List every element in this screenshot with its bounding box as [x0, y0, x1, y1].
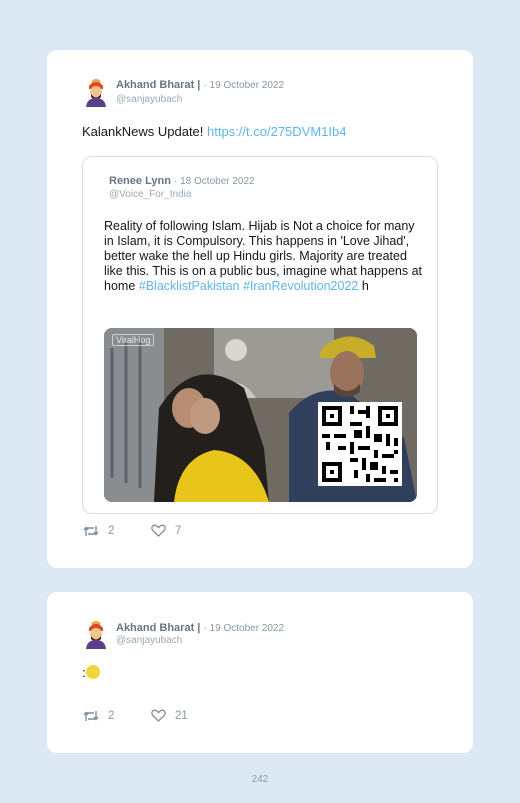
hashtag-link[interactable]: #IranRevolution2022 — [243, 279, 358, 293]
quoted-tweet[interactable]: Renee Lynn · 18 October 2022 @Voice_For_… — [82, 156, 438, 514]
retweet-button[interactable]: 2 — [83, 709, 114, 723]
retweet-count: 2 — [108, 710, 115, 722]
retweet-button[interactable]: 2 — [83, 524, 114, 538]
tweet-card: Akhand Bharat | · 19 October 2022 @sanja… — [47, 50, 473, 568]
watermark: ViralHog — [112, 334, 155, 346]
author-handle[interactable]: @sanjayubach — [116, 94, 182, 105]
quoted-text: Reality of following Islam. Hijab is Not… — [104, 219, 422, 294]
avatar[interactable] — [83, 77, 109, 107]
author-name[interactable]: Akhand Bharat | — [116, 622, 200, 634]
heart-icon — [151, 709, 166, 722]
retweet-icon — [83, 711, 99, 721]
author-handle[interactable]: @sanjayubach — [116, 635, 182, 646]
tweet-author: Akhand Bharat | · 19 October 2022 — [116, 79, 284, 91]
tweet-date[interactable]: · 19 October 2022 — [203, 623, 284, 634]
tweet-card: Akhand Bharat | · 19 October 2022 @sanja… — [47, 592, 473, 753]
tweet-text: :😃 — [82, 665, 100, 680]
author-name[interactable]: Akhand Bharat | — [116, 79, 200, 91]
hashtag-link[interactable]: #BlacklistPakistan — [139, 279, 240, 293]
tweet-date[interactable]: · 19 October 2022 — [203, 80, 284, 91]
like-button[interactable]: 21 — [151, 709, 188, 722]
video-thumbnail[interactable]: ViralHog — [104, 328, 417, 502]
heart-icon — [151, 524, 166, 537]
tweet-text: KalankNews Update! https://t.co/275DVM1I… — [82, 124, 346, 139]
tweet-author: Akhand Bharat | · 19 October 2022 — [116, 622, 284, 634]
page-number: 242 — [251, 774, 269, 785]
like-count: 7 — [175, 524, 182, 537]
retweet-count: 2 — [108, 525, 115, 537]
quoted-author: Renee Lynn · 18 October 2022 — [109, 175, 255, 187]
quoted-date: · 18 October 2022 — [174, 176, 255, 187]
retweet-icon — [83, 526, 99, 536]
like-button[interactable]: 7 — [151, 524, 181, 537]
quoted-author-name[interactable]: Renee Lynn — [109, 175, 171, 187]
qr-code — [318, 402, 402, 486]
smiley-emoji: 😃 — [85, 665, 100, 679]
tweet-link[interactable]: https://t.co/275DVM1Ib4 — [207, 124, 346, 139]
avatar[interactable] — [83, 619, 109, 649]
like-count: 21 — [175, 709, 188, 722]
quoted-handle[interactable]: @Voice_For_India — [109, 189, 191, 200]
quoted-text-end: h — [358, 279, 369, 293]
tweet-text-content: KalankNews Update! — [82, 124, 208, 139]
